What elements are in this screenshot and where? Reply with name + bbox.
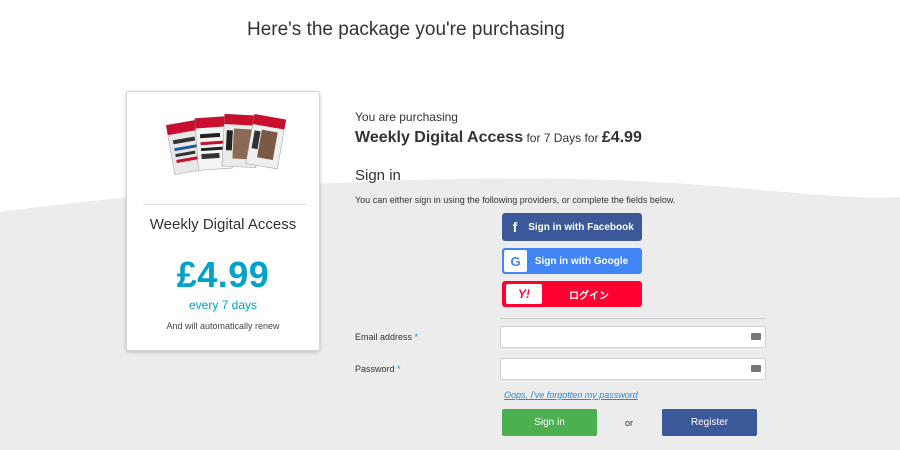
signin-heading: Sign in bbox=[355, 167, 401, 184]
email-field[interactable] bbox=[500, 326, 766, 348]
password-label-text: Password bbox=[355, 364, 395, 374]
required-mark: * bbox=[414, 332, 419, 342]
email-label-text: Email address bbox=[355, 332, 413, 342]
required-mark: * bbox=[397, 364, 401, 374]
google-signin-button[interactable]: G Sign in with Google bbox=[502, 248, 642, 274]
signin-description: You can either sign in using the followi… bbox=[355, 195, 676, 205]
purchase-duration: for 7 Days for bbox=[526, 131, 599, 145]
facebook-signin-label: Sign in with Facebook bbox=[528, 221, 634, 233]
google-signin-label: Sign in with Google bbox=[534, 255, 629, 267]
password-field[interactable] bbox=[500, 358, 766, 380]
yahoo-icon: Y! bbox=[506, 284, 542, 304]
or-separator: or bbox=[625, 418, 634, 428]
google-icon: G bbox=[504, 250, 527, 272]
yahoo-login-label: ログイン bbox=[569, 290, 609, 302]
purchase-price: £4.99 bbox=[601, 129, 642, 146]
purchase-product: Weekly Digital Access bbox=[355, 129, 524, 146]
magazine-covers-image bbox=[165, 113, 287, 175]
forgot-password-link[interactable]: Oops, I've forgotten my password bbox=[504, 390, 638, 400]
package-period: every 7 days bbox=[188, 298, 258, 312]
package-card: Weekly Digital Access £4.99 every 7 days… bbox=[126, 91, 320, 351]
renew-note: And will automatically renew bbox=[166, 321, 280, 331]
keyboard-icon[interactable] bbox=[751, 333, 761, 340]
keyboard-icon[interactable] bbox=[751, 365, 761, 372]
card-divider bbox=[143, 204, 307, 205]
package-price: £4.99 bbox=[176, 254, 270, 295]
signin-button[interactable]: Sign in bbox=[502, 409, 597, 436]
yahoo-login-button[interactable]: Y! ログイン bbox=[502, 281, 642, 307]
package-name: Weekly Digital Access bbox=[149, 216, 297, 233]
form-divider bbox=[500, 318, 766, 319]
register-button[interactable]: Register bbox=[662, 409, 757, 436]
facebook-icon: f bbox=[512, 219, 518, 235]
password-label: Password * bbox=[355, 364, 401, 374]
email-label: Email address * bbox=[355, 332, 418, 342]
page-title: Here's the package you're purchasing bbox=[247, 19, 565, 40]
facebook-signin-button[interactable]: f Sign in with Facebook bbox=[502, 213, 642, 241]
purchase-summary: Weekly Digital Access for 7 Days for £4.… bbox=[355, 129, 642, 147]
purchasing-label: You are purchasing bbox=[355, 110, 458, 124]
